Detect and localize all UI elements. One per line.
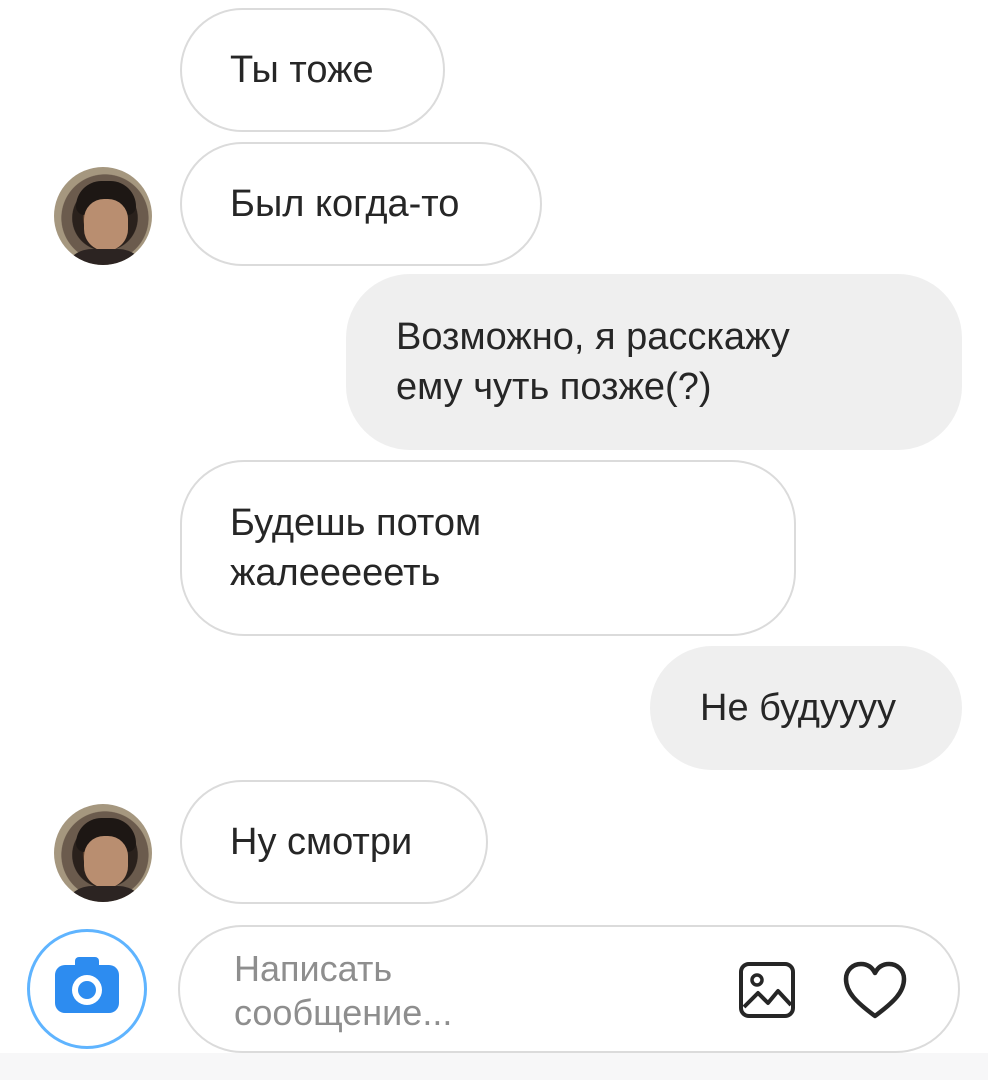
bottom-bar: [0, 1053, 988, 1080]
contact-avatar[interactable]: [54, 167, 152, 265]
message-bubble-incoming[interactable]: Ну смотри: [180, 780, 488, 904]
message-bubble-incoming[interactable]: Ты тоже: [180, 8, 445, 132]
camera-button[interactable]: [27, 929, 147, 1049]
message-text: Был когда-то: [230, 183, 460, 225]
camera-icon: [55, 957, 119, 1013]
message-text: Ты тоже: [230, 49, 374, 91]
message-bubble-outgoing[interactable]: Возможно, я расскажу ему чуть позже(?): [346, 274, 962, 450]
gallery-icon[interactable]: [738, 961, 796, 1019]
message-bubble-incoming[interactable]: Был когда-то: [180, 142, 542, 266]
message-text: Будешь потом жалеееееть: [230, 502, 482, 594]
message-text: Ну смотри: [230, 821, 413, 863]
message-bubble-incoming[interactable]: Будешь потом жалеееееть: [180, 460, 796, 636]
heart-icon[interactable]: [842, 960, 908, 1022]
message-text: Не будуууу: [700, 687, 896, 729]
message-bubble-outgoing[interactable]: Не будуууу: [650, 646, 962, 770]
message-input[interactable]: Написать сообщение...: [234, 947, 674, 1037]
contact-avatar[interactable]: [54, 804, 152, 902]
message-text: Возможно, я расскажу ему чуть позже(?): [396, 316, 790, 408]
